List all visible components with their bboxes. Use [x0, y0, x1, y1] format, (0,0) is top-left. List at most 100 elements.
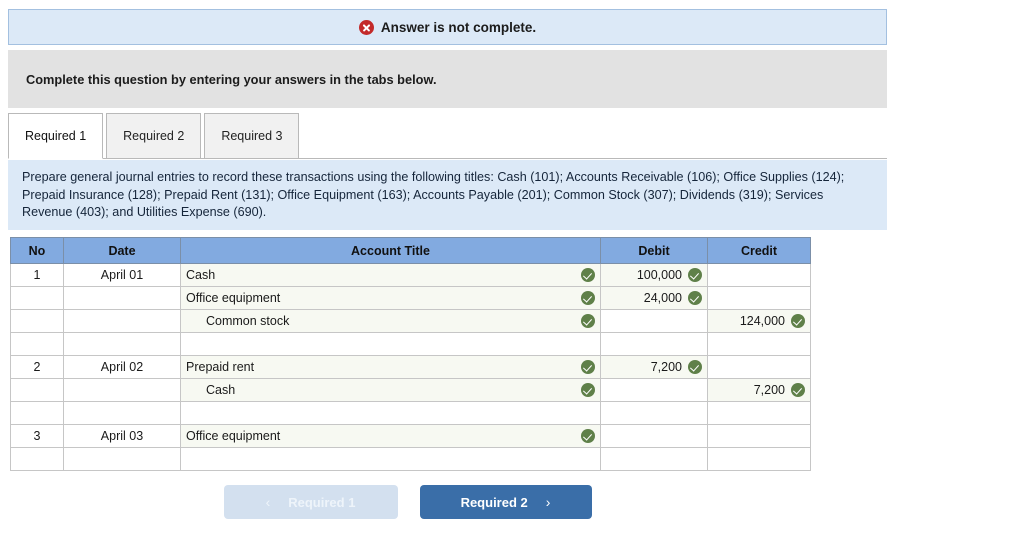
account-title-text: Common stock: [206, 314, 290, 328]
cell-account-title[interactable]: Office equipment: [180, 424, 601, 448]
cell-debit[interactable]: 24,000: [600, 286, 708, 310]
cell-account-title[interactable]: Cash: [180, 263, 601, 287]
cell-date[interactable]: [63, 309, 181, 333]
journal-table-head: No Date Account Title Debit Credit: [10, 237, 811, 264]
cell-date[interactable]: [63, 401, 181, 425]
column-header-credit: Credit: [707, 237, 811, 264]
requirement-nav-buttons: ‹ Required 1 Required 2 ›: [0, 485, 815, 519]
column-header-no: No: [10, 237, 64, 264]
cell-account-title[interactable]: Office equipment: [180, 286, 601, 310]
table-row: [10, 447, 811, 471]
column-header-account-title: Account Title: [180, 237, 601, 264]
table-row: 1 April 01 Cash 100,000: [10, 263, 811, 287]
cell-credit[interactable]: [707, 263, 811, 287]
debit-amount-text: 24,000: [643, 291, 682, 305]
cell-debit[interactable]: [600, 332, 708, 356]
cell-date[interactable]: [63, 447, 181, 471]
cell-account-title[interactable]: [180, 447, 601, 471]
cell-account-title[interactable]: [180, 401, 601, 425]
check-circle-icon: [791, 314, 805, 328]
tab-required-1[interactable]: Required 1: [8, 113, 104, 159]
cell-debit[interactable]: [600, 401, 708, 425]
chevron-right-icon: ›: [545, 494, 551, 510]
cell-no[interactable]: [10, 309, 64, 333]
cell-no[interactable]: 2: [10, 355, 64, 379]
cell-debit[interactable]: [600, 447, 708, 471]
cell-date[interactable]: April 02: [63, 355, 181, 379]
journal-header-row: No Date Account Title Debit Credit: [10, 237, 811, 264]
instruction-strip-text: Complete this question by entering your …: [26, 71, 437, 87]
cell-credit[interactable]: 7,200: [707, 378, 811, 402]
cell-credit[interactable]: [707, 424, 811, 448]
requirement-tab-bar: Required 1 Required 2 Required 3: [8, 112, 887, 159]
previous-requirement-label: Required 1: [288, 494, 356, 510]
cell-account-title[interactable]: Common stock: [180, 309, 601, 333]
check-circle-icon: [581, 360, 595, 374]
account-title-text: Cash: [186, 268, 216, 282]
debit-amount-text: 100,000: [636, 268, 682, 282]
table-row: [10, 401, 811, 425]
cell-no[interactable]: [10, 447, 64, 471]
account-title-text: Cash: [206, 383, 236, 397]
cell-date[interactable]: April 03: [63, 424, 181, 448]
table-row: [10, 332, 811, 356]
cell-date[interactable]: [63, 378, 181, 402]
cell-debit[interactable]: 100,000: [600, 263, 708, 287]
cell-debit[interactable]: 7,200: [600, 355, 708, 379]
instruction-strip: Complete this question by entering your …: [8, 50, 887, 108]
cell-debit[interactable]: [600, 309, 708, 333]
next-requirement-label: Required 2: [460, 494, 528, 510]
cell-debit[interactable]: [600, 378, 708, 402]
tab-required-2-label: Required 2: [123, 129, 185, 143]
account-title-text: Prepaid rent: [186, 360, 255, 374]
next-requirement-button[interactable]: Required 2 ›: [419, 485, 592, 519]
credit-amount-text: 124,000: [739, 314, 785, 328]
cell-no[interactable]: [10, 401, 64, 425]
tab-required-3-label: Required 3: [221, 129, 283, 143]
journal-entry-table: No Date Account Title Debit Credit 1 Apri…: [10, 237, 811, 471]
cell-credit[interactable]: [707, 286, 811, 310]
chevron-left-icon: ‹: [265, 494, 271, 510]
cell-date[interactable]: April 01: [63, 263, 181, 287]
cell-credit[interactable]: [707, 447, 811, 471]
tab-required-3[interactable]: Required 3: [204, 113, 300, 158]
answer-status-banner: Answer is not complete.: [8, 9, 887, 45]
cell-debit[interactable]: [600, 424, 708, 448]
cell-account-title[interactable]: [180, 332, 601, 356]
table-row: 3 April 03 Office equipment: [10, 424, 811, 448]
cell-account-title[interactable]: Cash: [180, 378, 601, 402]
table-row: Office equipment 24,000: [10, 286, 811, 310]
error-circle-icon: [358, 19, 374, 35]
check-circle-icon: [688, 268, 702, 282]
cell-credit[interactable]: [707, 355, 811, 379]
cell-no[interactable]: [10, 332, 64, 356]
cell-account-title[interactable]: Prepaid rent: [180, 355, 601, 379]
cell-no[interactable]: [10, 286, 64, 310]
cell-date[interactable]: [63, 332, 181, 356]
column-header-debit: Debit: [600, 237, 708, 264]
check-circle-icon: [791, 383, 805, 397]
cell-credit[interactable]: [707, 332, 811, 356]
table-row: 2 April 02 Prepaid rent 7,200: [10, 355, 811, 379]
cell-no[interactable]: 3: [10, 424, 64, 448]
account-title-text: Office equipment: [186, 291, 281, 305]
cell-date[interactable]: [63, 286, 181, 310]
check-circle-icon: [581, 291, 595, 305]
requirement-instruction-panel: Prepare general journal entries to recor…: [8, 160, 887, 230]
cell-credit[interactable]: 124,000: [707, 309, 811, 333]
cell-credit[interactable]: [707, 401, 811, 425]
tab-required-1-label: Required 1: [25, 129, 87, 143]
alert-content: Answer is not complete.: [358, 19, 536, 35]
tab-required-2[interactable]: Required 2: [106, 113, 202, 158]
table-row: Common stock 124,000: [10, 309, 811, 333]
table-row: Cash 7,200: [10, 378, 811, 402]
check-circle-icon: [581, 268, 595, 282]
cell-no[interactable]: [10, 378, 64, 402]
check-circle-icon: [688, 360, 702, 374]
column-header-date: Date: [63, 237, 181, 264]
cell-no[interactable]: 1: [10, 263, 64, 287]
account-title-text: Office equipment: [186, 429, 281, 443]
previous-requirement-button[interactable]: ‹ Required 1: [223, 485, 398, 519]
check-circle-icon: [581, 383, 595, 397]
credit-amount-text: 7,200: [753, 383, 785, 397]
